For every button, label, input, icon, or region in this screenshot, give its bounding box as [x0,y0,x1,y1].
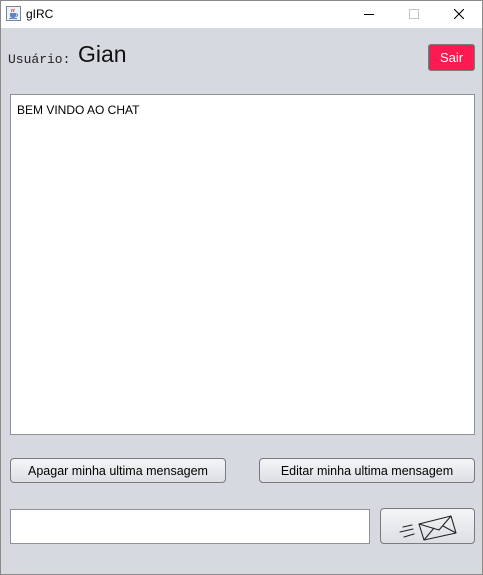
maximize-icon [409,9,419,19]
close-icon [454,9,464,19]
app-window: gIRC Usuário: Gian Sair BEM VINDO AO CHA… [0,0,483,575]
chat-area[interactable]: BEM VINDO AO CHAT [10,94,475,435]
maximize-button[interactable] [391,1,437,28]
main-panel: Usuário: Gian Sair BEM VINDO AO CHAT Apa… [1,28,482,574]
minimize-icon [364,14,374,15]
delete-last-message-button[interactable]: Apagar minha ultima mensagem [10,458,226,483]
send-button[interactable] [380,508,475,544]
close-button[interactable] [436,1,482,28]
user-label: Usuário: [8,52,71,67]
java-cup-icon [6,6,21,21]
minimize-button[interactable] [346,1,392,28]
edit-last-message-button[interactable]: Editar minha ultima mensagem [259,458,475,483]
message-input[interactable] [10,509,370,544]
logout-button[interactable]: Sair [428,44,475,71]
title-bar[interactable]: gIRC [1,1,482,28]
envelope-send-icon [399,515,457,541]
user-name: Gian [78,41,127,67]
chat-message: BEM VINDO AO CHAT [17,103,140,117]
window-title: gIRC [26,7,54,21]
